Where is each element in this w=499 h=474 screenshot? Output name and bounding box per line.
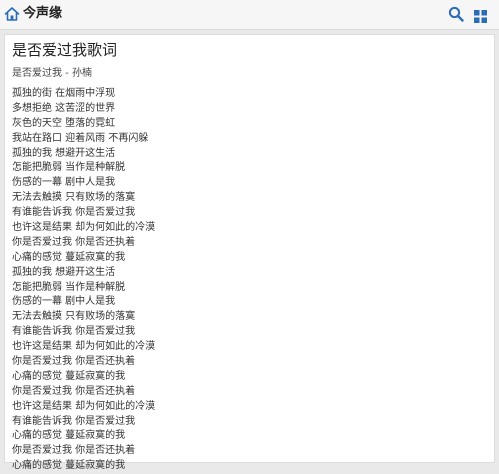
lyric-line: 也许这是结果 却为何如此的冷漠 [12,222,156,234]
lyrics-card: 是否爱过我歌词 是否爱过我 - 孙楠 孤独的街 在烟雨中浮现 多想拒绝 这苦涩的世… [4,34,495,471]
lyric-line: 有谁能告诉我 你是否爱过我 [12,415,136,427]
lyric-line: 也许这是结果 却为何如此的冷漠 [12,400,156,412]
lyric-line: 有谁能告诉我 你是否爱过我 [12,207,136,219]
site-title[interactable]: 今声缘 [23,6,62,22]
lyric-line: 孤独的我 想避开这生活 [12,266,116,278]
lyric-line: 也许这是结果 却为何如此的冷漠 [12,341,156,353]
lyric-line: 你是否爱过我 你是否还执着 [12,445,136,457]
search-icon[interactable] [448,6,464,22]
lyric-line: 你是否爱过我 你是否还执着 [12,385,136,397]
lyric-line: 孤独的我 想避开这生活 [12,147,116,159]
grid-menu-icon[interactable] [474,8,487,23]
lyric-line: 你是否爱过我 你是否还执着 [12,356,136,368]
top-bar: 今声缘 [0,0,499,30]
lyric-line: 伤感的一幕 剧中人是我 [12,296,116,308]
lyric-line: 你是否爱过我 你是否还执着 [12,236,136,248]
lyrics-list: 孤独的街 在烟雨中浮现 多想拒绝 这苦涩的世界 灰色的天空 堕落的霓虹我站在路口 迎… [12,87,155,474]
lyric-line: 无法去触摸 只有败场的落寞 [12,311,136,323]
lyric-line: 心痛的感觉 蔓延寂寞的我 [12,370,126,382]
lyric-line: 我站在路口 迎着风雨 不再闪躲 [12,132,149,144]
lyric-line: 有谁能告诉我 你是否爱过我 [12,326,136,338]
lyric-line: 怎能把脆弱 当作是种解脱 [12,281,126,293]
lyric-line: 心痛的感觉 蔓延寂寞的我 [12,251,126,263]
lyric-line: 伤感的一幕 剧中人是我 [12,177,116,189]
lyric-line: 无法去触摸 只有败场的落寞 [12,192,136,204]
lyric-line: 孤独的街 在烟雨中浮现 [12,88,116,99]
page-title: 是否爱过我歌词 [12,41,118,59]
lyric-line: 怎能把脆弱 当作是种解脱 [12,162,126,174]
lyric-line: 多想拒绝 这苦涩的世界 [12,102,116,114]
song-subtitle: 是否爱过我 - 孙楠 [12,68,92,79]
home-icon[interactable] [4,6,20,22]
lyric-line: 心痛的感觉 蔓延寂寞的我 [12,430,126,442]
lyric-line: 灰色的天空 堕落的霓虹 [12,117,116,129]
